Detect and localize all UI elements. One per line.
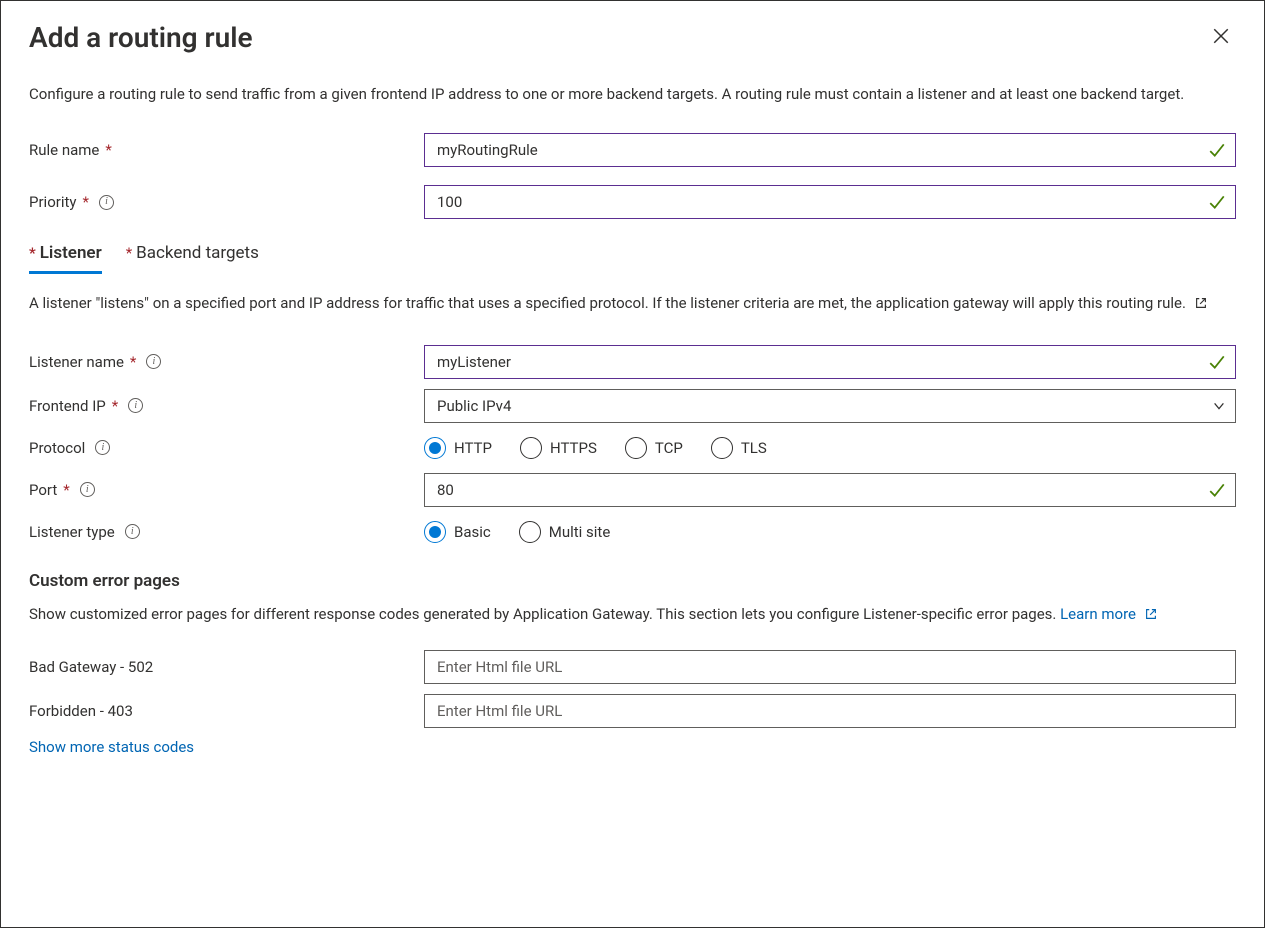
info-icon[interactable]: i	[95, 440, 110, 455]
info-icon[interactable]: i	[128, 398, 143, 413]
protocol-option-https[interactable]: HTTPS	[520, 437, 597, 459]
external-link-icon	[1144, 605, 1158, 628]
bad-gateway-url-input[interactable]	[424, 650, 1236, 684]
protocol-option-tls[interactable]: TLS	[711, 437, 767, 459]
required-indicator: *	[126, 244, 132, 262]
add-routing-rule-panel: Add a routing rule Configure a routing r…	[0, 0, 1265, 928]
rule-name-label: Rule name	[29, 141, 99, 159]
listener-name-input[interactable]	[424, 345, 1236, 379]
info-icon[interactable]: i	[99, 195, 114, 210]
protocol-label: Protocol	[29, 439, 85, 457]
radio-icon	[424, 437, 446, 459]
priority-input[interactable]	[424, 185, 1236, 219]
protocol-option-http[interactable]: HTTP	[424, 437, 492, 459]
tabs: * Listener * Backend targets	[29, 237, 1236, 274]
rule-name-input[interactable]	[424, 133, 1236, 167]
required-indicator: *	[82, 193, 88, 211]
listener-name-label: Listener name	[29, 353, 124, 371]
port-input[interactable]	[424, 473, 1236, 507]
listener-type-option-label: Basic	[454, 523, 491, 541]
show-more-status-codes-link[interactable]: Show more status codes	[29, 738, 194, 756]
protocol-option-label: HTTP	[454, 439, 492, 457]
protocol-radio-group: HTTP HTTPS TCP TLS	[424, 433, 1236, 463]
learn-more-link[interactable]: Learn more	[1060, 605, 1158, 623]
frontend-ip-select[interactable]: Public IPv4	[424, 389, 1236, 423]
forbidden-url-input[interactable]	[424, 694, 1236, 728]
panel-title: Add a routing rule	[29, 21, 253, 55]
close-icon	[1212, 33, 1230, 48]
info-icon[interactable]: i	[146, 354, 161, 369]
forbidden-label: Forbidden - 403	[29, 702, 133, 720]
info-icon[interactable]: i	[125, 524, 140, 539]
external-link-icon[interactable]	[1194, 294, 1208, 317]
protocol-option-label: TLS	[741, 439, 767, 457]
radio-icon	[711, 437, 733, 459]
tab-backend-targets-label: Backend targets	[136, 243, 259, 263]
radio-icon	[424, 521, 446, 543]
listener-type-option-basic[interactable]: Basic	[424, 521, 491, 543]
radio-icon	[625, 437, 647, 459]
info-icon[interactable]: i	[80, 482, 95, 497]
close-button[interactable]	[1206, 21, 1236, 51]
required-indicator: *	[29, 244, 36, 262]
required-indicator: *	[112, 397, 118, 415]
frontend-ip-label: Frontend IP	[29, 397, 106, 415]
required-indicator: *	[105, 141, 111, 159]
bad-gateway-label: Bad Gateway - 502	[29, 658, 153, 676]
custom-error-description: Show customized error pages for differen…	[29, 603, 1236, 628]
radio-icon	[520, 437, 542, 459]
custom-error-heading: Custom error pages	[29, 571, 1236, 591]
listener-type-label: Listener type	[29, 523, 115, 541]
listener-type-option-label: Multi site	[549, 523, 611, 541]
required-indicator: *	[130, 353, 136, 371]
port-label: Port	[29, 481, 57, 499]
protocol-option-tcp[interactable]: TCP	[625, 437, 683, 459]
panel-description: Configure a routing rule to send traffic…	[29, 83, 1236, 106]
radio-icon	[519, 521, 541, 543]
tab-backend-targets[interactable]: * Backend targets	[126, 237, 259, 274]
listener-type-option-multisite[interactable]: Multi site	[519, 521, 611, 543]
tab-listener[interactable]: * Listener	[29, 237, 102, 274]
listener-description: A listener "listens" on a specified port…	[29, 292, 1236, 317]
priority-label: Priority	[29, 193, 76, 211]
frontend-ip-value: Public IPv4	[437, 397, 511, 415]
tab-listener-label: Listener	[40, 243, 102, 263]
protocol-option-label: TCP	[655, 439, 683, 457]
required-indicator: *	[63, 481, 69, 499]
protocol-option-label: HTTPS	[550, 439, 597, 457]
listener-type-radio-group: Basic Multi site	[424, 517, 1236, 547]
